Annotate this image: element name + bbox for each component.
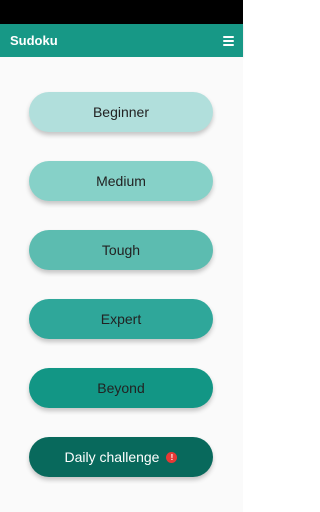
hamburger-menu-icon[interactable] <box>219 32 237 50</box>
beyond-button[interactable]: Beyond <box>29 368 213 408</box>
daily-challenge-button[interactable]: Daily challenge ! <box>29 437 213 477</box>
tough-button[interactable]: Tough <box>29 230 213 270</box>
expert-button[interactable]: Expert <box>29 299 213 339</box>
app-title: Sudoku <box>10 33 58 48</box>
menu-line <box>222 44 234 46</box>
daily-challenge-label: Daily challenge <box>64 449 160 465</box>
menu-line <box>222 40 234 42</box>
beginner-button[interactable]: Beginner <box>29 92 213 132</box>
menu-line <box>222 36 234 38</box>
alert-icon: ! <box>166 451 178 463</box>
status-bar <box>0 0 243 24</box>
app-bar: Sudoku <box>0 24 243 57</box>
medium-button[interactable]: Medium <box>29 161 213 201</box>
